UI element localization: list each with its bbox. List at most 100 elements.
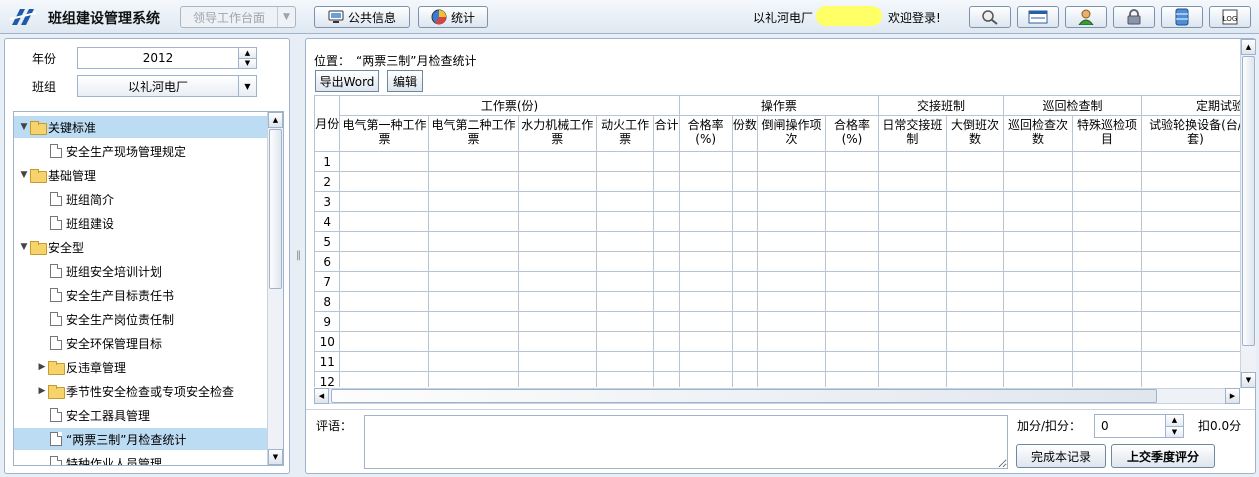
table-cell[interactable]	[757, 151, 826, 172]
submit-quarter-score-button[interactable]: 上交季度评分	[1111, 444, 1215, 468]
table-cell[interactable]	[1072, 271, 1142, 292]
table-cell[interactable]	[1140, 191, 1240, 212]
table-cell[interactable]	[595, 351, 655, 372]
table-cell[interactable]	[1003, 291, 1073, 312]
expand-icon[interactable]: ▶	[36, 362, 48, 372]
spin-up-icon[interactable]: ▲	[239, 48, 256, 58]
table-cell[interactable]	[731, 311, 759, 332]
table-cell[interactable]	[945, 351, 1005, 372]
table-hscrollbar[interactable]: ◀ ▶	[314, 388, 1240, 404]
table-cell[interactable]	[1003, 271, 1073, 292]
table-cell[interactable]	[653, 271, 680, 292]
scroll-down-icon[interactable]: ▼	[1241, 372, 1256, 388]
table-cell[interactable]	[653, 291, 680, 312]
table-cell[interactable]	[731, 231, 759, 252]
table-cell[interactable]	[1140, 371, 1240, 387]
table-cell[interactable]	[339, 271, 430, 292]
tree-item[interactable]: 安全生产目标责任书	[14, 284, 268, 306]
table-cell[interactable]	[731, 271, 759, 292]
table-cell[interactable]	[339, 171, 430, 192]
table-cell[interactable]	[877, 331, 947, 352]
table-cell[interactable]	[945, 211, 1005, 232]
table-cell[interactable]	[757, 171, 826, 192]
table-cell[interactable]	[1003, 151, 1073, 172]
table-cell[interactable]	[757, 351, 826, 372]
table-cell[interactable]	[678, 271, 733, 292]
table-cell[interactable]	[1072, 331, 1142, 352]
table-cell[interactable]	[877, 231, 947, 252]
table-cell[interactable]	[678, 311, 733, 332]
table-cell[interactable]	[517, 251, 597, 272]
table-cell[interactable]	[428, 291, 519, 312]
table-cell[interactable]	[1140, 151, 1240, 172]
table-cell[interactable]	[945, 231, 1005, 252]
table-cell[interactable]	[678, 191, 733, 212]
table-cell[interactable]	[653, 231, 680, 252]
table-cell[interactable]	[1140, 251, 1240, 272]
table-cell[interactable]	[1140, 331, 1240, 352]
table-cell[interactable]	[877, 211, 947, 232]
table-cell[interactable]	[824, 151, 879, 172]
export-word-button[interactable]: 导出Word	[315, 70, 379, 92]
table-cell[interactable]	[428, 271, 519, 292]
table-cell[interactable]	[339, 311, 430, 332]
table-cell[interactable]	[1140, 271, 1240, 292]
table-cell[interactable]	[678, 331, 733, 352]
spin-down-icon[interactable]: ▼	[1166, 425, 1183, 437]
table-cell[interactable]	[517, 271, 597, 292]
table-cell[interactable]	[945, 371, 1005, 387]
table-cell[interactable]	[945, 331, 1005, 352]
table-cell[interactable]	[1140, 351, 1240, 372]
table-cell[interactable]	[877, 251, 947, 272]
table-cell[interactable]	[1072, 251, 1142, 272]
tree-item[interactable]: ▼ 基础管理	[14, 164, 268, 186]
collapse-icon[interactable]: ▼	[18, 122, 30, 132]
scroll-up-icon[interactable]: ▲	[1241, 39, 1256, 55]
team-select[interactable]: 以礼河电厂 ▼	[77, 75, 257, 97]
table-cell[interactable]	[731, 291, 759, 312]
table-cell[interactable]	[595, 151, 655, 172]
table-cell[interactable]	[824, 211, 879, 232]
table-cell[interactable]	[339, 251, 430, 272]
complete-record-button[interactable]: 完成本记录	[1016, 444, 1106, 468]
lock-button[interactable]	[1113, 6, 1155, 28]
spin-up-icon[interactable]: ▲	[1166, 415, 1183, 426]
table-cell[interactable]	[945, 271, 1005, 292]
table-cell[interactable]	[1140, 211, 1240, 232]
table-cell[interactable]	[678, 151, 733, 172]
table-cell[interactable]	[824, 271, 879, 292]
table-cell[interactable]	[1072, 151, 1142, 172]
table-cell[interactable]	[428, 331, 519, 352]
table-cell[interactable]	[757, 331, 826, 352]
table-cell[interactable]	[877, 151, 947, 172]
table-cell[interactable]	[653, 211, 680, 232]
table-cell[interactable]	[757, 211, 826, 232]
table-cell[interactable]	[595, 171, 655, 192]
year-spin-buttons[interactable]: ▲ ▼	[238, 48, 256, 68]
tree-item[interactable]: ▶ 季节性安全检查或专项安全检查	[14, 380, 268, 402]
table-cell[interactable]	[653, 331, 680, 352]
table-cell[interactable]	[757, 251, 826, 272]
table-vscrollbar[interactable]: ▲ ▼	[1240, 39, 1256, 388]
table-cell[interactable]	[595, 311, 655, 332]
table-cell[interactable]	[595, 211, 655, 232]
table-cell[interactable]	[428, 351, 519, 372]
table-cell[interactable]	[945, 151, 1005, 172]
table-cell[interactable]	[428, 251, 519, 272]
table-cell[interactable]	[1003, 191, 1073, 212]
collapse-icon[interactable]: ▼	[18, 242, 30, 252]
table-cell[interactable]	[517, 171, 597, 192]
table-cell[interactable]	[1140, 231, 1240, 252]
table-cell[interactable]	[678, 351, 733, 372]
table-cell[interactable]	[339, 151, 430, 172]
table-cell[interactable]	[731, 351, 759, 372]
table-cell[interactable]	[339, 231, 430, 252]
table-cell[interactable]	[1003, 331, 1073, 352]
collapse-icon[interactable]: ▼	[18, 170, 30, 180]
table-hscroll-thumb[interactable]	[331, 389, 1157, 403]
table-cell[interactable]	[517, 291, 597, 312]
table-cell[interactable]	[428, 151, 519, 172]
table-cell[interactable]	[428, 211, 519, 232]
table-cell[interactable]	[595, 231, 655, 252]
table-cell[interactable]	[678, 251, 733, 272]
